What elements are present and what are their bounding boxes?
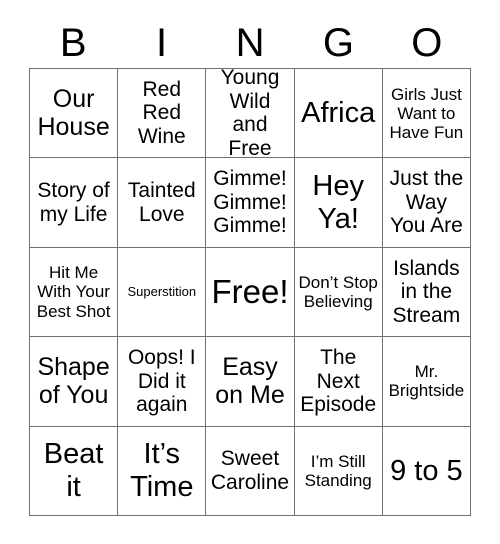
bingo-cell-label: Oops! I Did it again bbox=[127, 346, 196, 417]
bingo-cell-o2[interactable]: Just the Way You Are bbox=[382, 158, 471, 248]
bingo-cell-o1[interactable]: Girls Just Want to Have Fun bbox=[382, 69, 471, 159]
bingo-cell-label: Don’t Stop Believing bbox=[298, 272, 378, 311]
bingo-cell-label: Sweet Caroline bbox=[210, 447, 290, 494]
bingo-cell-label: I’m Still Standing bbox=[304, 451, 372, 490]
bingo-cell-label: Just the Way You Are bbox=[389, 167, 464, 238]
bingo-cell-label: Free! bbox=[211, 272, 289, 310]
bingo-cell-i2[interactable]: Tainted Love bbox=[118, 158, 207, 248]
bingo-header-row: B I N G O bbox=[29, 18, 471, 68]
bingo-cell-label: Shape of You bbox=[37, 353, 110, 410]
bingo-cell-label: Africa bbox=[301, 96, 376, 129]
bingo-cell-o5[interactable]: 9 to 5 bbox=[382, 426, 471, 516]
bingo-cell-i4[interactable]: Oops! I Did it again bbox=[118, 337, 207, 427]
bingo-cell-n2[interactable]: Gimme! Gimme! Gimme! bbox=[206, 158, 295, 248]
bingo-cell-label: Mr. Brightside bbox=[388, 362, 465, 401]
bingo-cell-label: Gimme! Gimme! Gimme! bbox=[213, 167, 287, 238]
bingo-cell-label: Our House bbox=[37, 85, 110, 142]
bingo-cell-n4[interactable]: Easy on Me bbox=[206, 337, 295, 427]
bingo-header-letter-i: I bbox=[156, 21, 168, 65]
bingo-cell-i3[interactable]: Superstition bbox=[118, 247, 207, 338]
bingo-cell-g2[interactable]: Hey Ya! bbox=[294, 158, 383, 248]
bingo-cell-label: It’s Time bbox=[130, 438, 194, 503]
bingo-cell-g3[interactable]: Don’t Stop Believing bbox=[294, 247, 383, 338]
bingo-cell-b1[interactable]: Our House bbox=[30, 69, 119, 159]
bingo-cell-n1[interactable]: Young Wild and Free bbox=[206, 69, 295, 159]
bingo-cell-label: Hey Ya! bbox=[312, 170, 364, 235]
bingo-cell-label: Beat it bbox=[43, 438, 104, 503]
bingo-cell-b5[interactable]: Beat it bbox=[30, 426, 119, 516]
bingo-cell-g5[interactable]: I’m Still Standing bbox=[294, 426, 383, 516]
bingo-cell-label: Islands in the Stream bbox=[392, 256, 461, 327]
bingo-header-letter-n: N bbox=[235, 21, 265, 65]
bingo-cell-label: Young Wild and Free bbox=[220, 69, 280, 159]
bingo-cell-g1[interactable]: Africa bbox=[294, 69, 383, 159]
bingo-cell-label: Tainted Love bbox=[127, 179, 196, 226]
bingo-cell-label: Hit Me With Your Best Shot bbox=[36, 263, 111, 321]
bingo-cell-b2[interactable]: Story of my Life bbox=[30, 158, 119, 248]
bingo-cell-label: Superstition bbox=[127, 283, 197, 299]
bingo-cell-label: Story of my Life bbox=[37, 179, 110, 226]
bingo-cell-label: The Next Episode bbox=[300, 346, 377, 417]
bingo-cell-b3[interactable]: Hit Me With Your Best Shot bbox=[30, 247, 119, 338]
bingo-cell-i1[interactable]: Red Red Wine bbox=[118, 69, 207, 159]
bingo-cell-label: Red Red Wine bbox=[137, 77, 186, 148]
bingo-card: B I N G O Our House Red Red Wine Young W… bbox=[0, 0, 500, 544]
bingo-grid: Our House Red Red Wine Young Wild and Fr… bbox=[29, 68, 471, 516]
bingo-header-letter-g: G bbox=[322, 21, 354, 65]
bingo-cell-label: Easy on Me bbox=[215, 353, 285, 410]
bingo-cell-label: 9 to 5 bbox=[390, 454, 463, 487]
bingo-cell-label: Girls Just Want to Have Fun bbox=[389, 84, 464, 142]
bingo-cell-g4[interactable]: The Next Episode bbox=[294, 337, 383, 427]
bingo-header-letter-o: O bbox=[411, 21, 443, 65]
bingo-cell-o3[interactable]: Islands in the Stream bbox=[382, 247, 471, 338]
bingo-cell-i5[interactable]: It’s Time bbox=[118, 426, 207, 516]
bingo-header-letter-b: B bbox=[59, 21, 87, 65]
bingo-cell-o4[interactable]: Mr. Brightside bbox=[382, 337, 471, 427]
bingo-cell-n5[interactable]: Sweet Caroline bbox=[206, 426, 295, 516]
bingo-cell-free-space[interactable]: Free! bbox=[206, 247, 295, 338]
bingo-cell-b4[interactable]: Shape of You bbox=[30, 337, 119, 427]
